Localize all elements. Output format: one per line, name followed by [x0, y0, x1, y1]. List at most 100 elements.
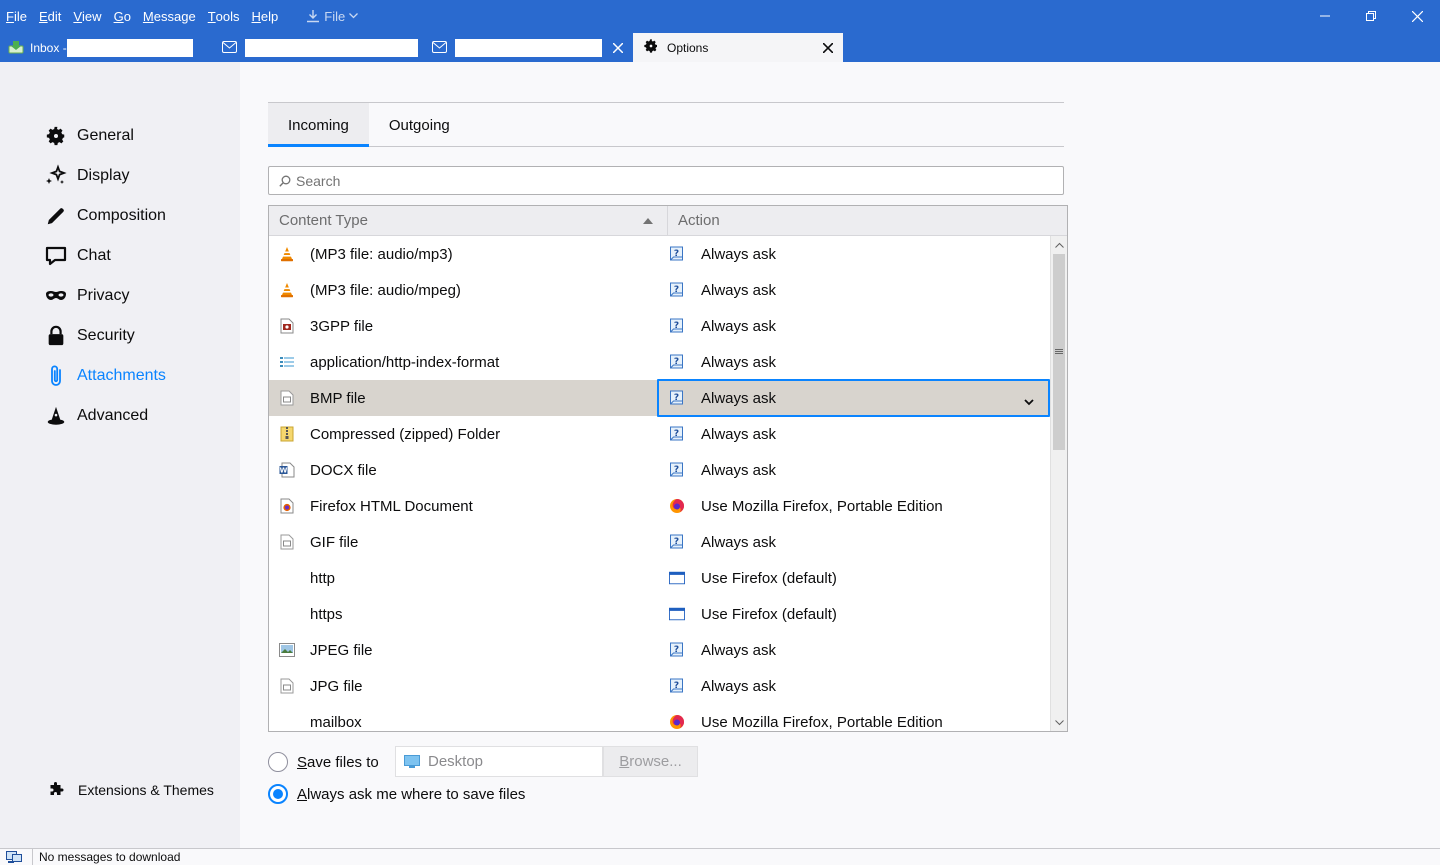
action-label: Always ask [701, 353, 777, 371]
action-cell[interactable]: Use Firefox (default) [657, 606, 1050, 623]
action-label: Use Firefox (default) [701, 569, 837, 587]
category-security[interactable]: Security [44, 322, 135, 350]
svg-text:?: ? [674, 537, 679, 547]
tab-message-2[interactable] [422, 34, 633, 62]
scroll-up-icon[interactable] [1051, 236, 1067, 253]
extensions-themes-label: Extensions & Themes [78, 782, 214, 798]
minimize-button[interactable] [1302, 0, 1348, 32]
action-cell[interactable]: Use Mozilla Firefox, Portable Edition [657, 498, 1050, 515]
menu-help[interactable]: Help [246, 0, 285, 32]
table-row[interactable]: Firefox HTML Document Use Mozilla Firefox… [269, 488, 1050, 524]
always-ask-option[interactable]: Always ask me where to save files [268, 784, 525, 804]
content-type-cell: GIF file [269, 534, 657, 551]
save-files-to-option[interactable]: Save files to [268, 752, 379, 772]
tab-inbox[interactable]: Inbox - [0, 34, 212, 62]
tab-incoming[interactable]: Incoming [268, 103, 369, 147]
close-tab-icon[interactable] [611, 41, 625, 55]
content-type-label: Firefox HTML Document [310, 497, 473, 515]
action-cell[interactable]: ? Always ask [657, 318, 1050, 335]
menu-tools[interactable]: Tools [202, 0, 246, 32]
inbox-icon [8, 40, 24, 57]
svg-text:?: ? [674, 249, 679, 259]
action-cell[interactable]: ? Always ask [657, 354, 1050, 371]
table-row[interactable]: (MP3 file: audio/mp3)? Always ask [269, 236, 1050, 272]
search-input[interactable]: Search [268, 166, 1064, 195]
action-label: Always ask [701, 533, 777, 551]
scroll-down-icon[interactable] [1051, 714, 1067, 731]
search-icon [279, 175, 291, 187]
action-cell[interactable]: ? Always ask [657, 426, 1050, 443]
tab-message-1[interactable] [212, 34, 422, 62]
action-cell[interactable]: ? Always ask [657, 462, 1050, 479]
status-bar: No messages to download [0, 848, 1440, 865]
ask-icon: ? [669, 282, 685, 298]
table-row[interactable]: W DOCX file? Always ask [269, 452, 1050, 488]
menu-view[interactable]: View [67, 0, 107, 32]
content-type-label: GIF file [310, 533, 359, 551]
tab-strip: Inbox - Options [0, 33, 843, 62]
table-row[interactable]: GIF file? Always ask [269, 524, 1050, 560]
desktop-folder-icon [404, 755, 420, 768]
save-files-to-radio[interactable] [268, 752, 288, 772]
category-display[interactable]: Display [44, 162, 129, 190]
table-row[interactable]: https Use Firefox (default) [269, 596, 1050, 632]
table-row[interactable]: application/http-index-format? Always ask [269, 344, 1050, 380]
restore-button[interactable] [1348, 0, 1394, 32]
menu-go[interactable]: Go [108, 0, 137, 32]
action-label: Always ask [701, 425, 777, 443]
table-row[interactable]: Compressed (zipped) Folder ? Always ask [269, 416, 1050, 452]
close-tab-icon[interactable] [821, 41, 835, 55]
table-body: (MP3 file: audio/mp3)? Always ask (MP3 fil… [269, 236, 1050, 731]
action-dropdown[interactable]: ? Always ask [657, 379, 1050, 417]
category-attachments[interactable]: Attachments [44, 362, 166, 390]
action-cell[interactable]: ? Always ask [657, 282, 1050, 299]
table-row[interactable]: http Use Firefox (default) [269, 560, 1050, 596]
content-type-label: Compressed (zipped) Folder [310, 425, 501, 443]
action-cell[interactable]: ? Always ask [657, 534, 1050, 551]
svg-text:?: ? [674, 645, 679, 655]
word-doc-icon: W [279, 462, 295, 478]
action-cell[interactable]: ? Always ask [657, 246, 1050, 263]
category-advanced[interactable]: Advanced [44, 402, 148, 430]
category-general[interactable]: General [44, 122, 134, 150]
tab-options[interactable]: Options [633, 33, 843, 62]
action-cell[interactable]: ? Always ask [657, 678, 1050, 695]
menu-edit[interactable]: Edit [33, 0, 67, 32]
file-download-button[interactable]: File [306, 9, 359, 24]
vertical-scrollbar[interactable] [1050, 236, 1067, 731]
table-row[interactable]: mailbox Use Mozilla Firefox, Portable Edi… [269, 704, 1050, 731]
chat-bubble-icon [44, 244, 68, 268]
action-label: Use Mozilla Firefox, Portable Edition [701, 713, 943, 731]
redacted-subject [455, 39, 602, 57]
action-cell[interactable]: Use Firefox (default) [657, 570, 1050, 587]
tab-outgoing[interactable]: Outgoing [369, 103, 470, 147]
category-composition[interactable]: Composition [44, 202, 166, 230]
table-row[interactable]: JPEG file? Always ask [269, 632, 1050, 668]
extensions-themes-link[interactable]: Extensions & Themes [46, 780, 214, 800]
chevron-down-icon [349, 13, 359, 19]
action-label: Always ask [701, 641, 777, 659]
menu-message[interactable]: Message [137, 0, 202, 32]
ask-icon: ? [669, 642, 685, 658]
redacted-subject [245, 39, 418, 57]
column-header-content-type[interactable]: Content Type [269, 206, 668, 235]
action-cell[interactable]: Use Mozilla Firefox, Portable Edition [657, 714, 1050, 731]
table-header: Content Type Action [269, 206, 1067, 236]
ask-icon: ? [669, 318, 685, 334]
always-ask-radio[interactable] [268, 784, 288, 804]
menu-file[interactable]: File [0, 0, 33, 32]
table-row[interactable]: (MP3 file: audio/mpeg)? Always ask [269, 272, 1050, 308]
firefox-doc-icon [279, 498, 295, 514]
table-row[interactable]: 3GPP file? Always ask [269, 308, 1050, 344]
action-cell[interactable]: ? Always ask [657, 642, 1050, 659]
online-status-icon[interactable] [6, 850, 24, 864]
table-row[interactable]: JPG file? Always ask [269, 668, 1050, 704]
category-chat[interactable]: Chat [44, 242, 111, 270]
download-arrow-icon [306, 9, 320, 23]
content-type-label: https [310, 605, 343, 623]
category-privacy[interactable]: Privacy [44, 282, 129, 310]
table-row[interactable]: BMP file? Always ask [269, 379, 1050, 417]
close-window-button[interactable] [1394, 0, 1440, 32]
column-header-action[interactable]: Action [668, 206, 1067, 235]
browse-button[interactable]: Browse... [603, 746, 698, 777]
